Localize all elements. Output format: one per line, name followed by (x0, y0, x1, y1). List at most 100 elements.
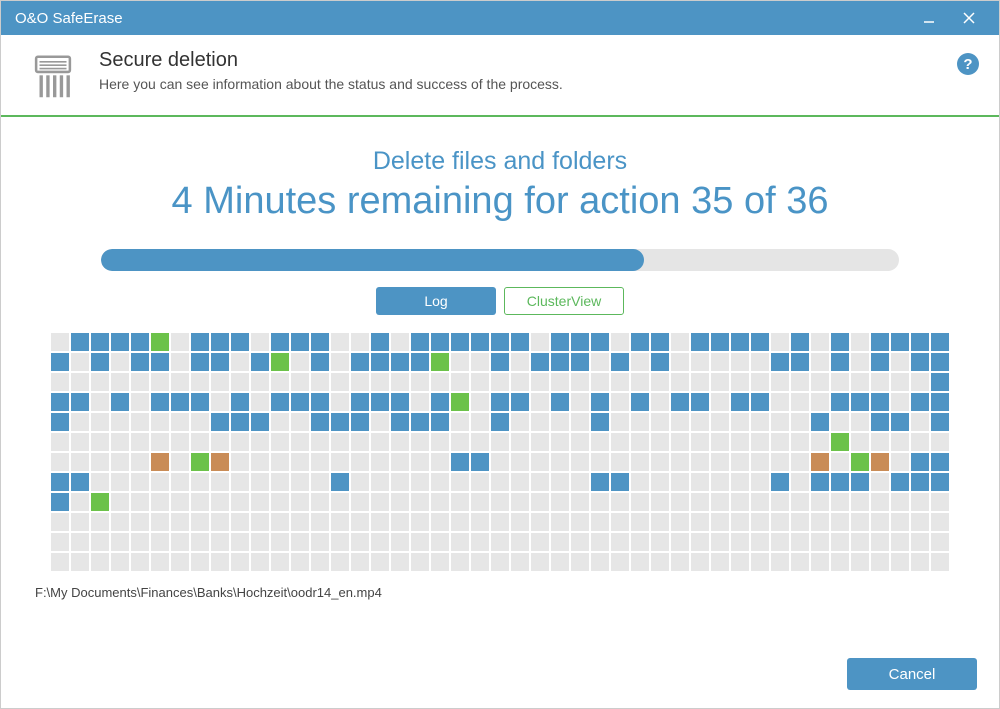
close-button[interactable] (949, 1, 989, 35)
cluster-cell (371, 393, 389, 411)
cluster-cell (331, 533, 349, 551)
cluster-cell (891, 413, 909, 431)
cluster-cell (911, 513, 929, 531)
cluster-cell (911, 453, 929, 471)
help-button[interactable]: ? (957, 53, 979, 75)
title-bar: O&O SafeErase (1, 1, 999, 35)
cluster-cell (751, 393, 769, 411)
cluster-cell (391, 493, 409, 511)
cluster-cell (211, 473, 229, 491)
cluster-cell (471, 453, 489, 471)
cluster-cell (171, 453, 189, 471)
cluster-cell (291, 333, 309, 351)
cluster-cell (411, 453, 429, 471)
cluster-cell (331, 513, 349, 531)
minimize-button[interactable] (909, 1, 949, 35)
cluster-cell (551, 473, 569, 491)
cluster-cell (351, 453, 369, 471)
cluster-cell (51, 433, 69, 451)
cluster-cell (491, 513, 509, 531)
cluster-cell (491, 413, 509, 431)
cluster-cell (491, 533, 509, 551)
cluster-cell (631, 433, 649, 451)
cluster-cell (251, 553, 269, 571)
cluster-cell (751, 513, 769, 531)
cluster-cell (491, 493, 509, 511)
cluster-cell (911, 333, 929, 351)
progress-fill (101, 249, 644, 271)
cluster-cell (731, 453, 749, 471)
cluster-cell (151, 373, 169, 391)
time-remaining-label: 4 Minutes remaining for action 35 of 36 (31, 180, 969, 223)
page-title: Secure deletion (99, 49, 957, 72)
current-file-path: F:\My Documents\Finances\Banks\Hochzeit\… (31, 585, 969, 600)
cluster-cell (451, 393, 469, 411)
cluster-cell (471, 413, 489, 431)
cluster-cell (871, 553, 889, 571)
cluster-cell (511, 533, 529, 551)
cluster-cell (611, 553, 629, 571)
cluster-cell (451, 333, 469, 351)
cluster-cell (411, 553, 429, 571)
cluster-cell (491, 433, 509, 451)
cluster-cell (311, 433, 329, 451)
cluster-cell (471, 393, 489, 411)
cluster-cell (271, 473, 289, 491)
cluster-cell (371, 353, 389, 371)
cluster-cell (491, 333, 509, 351)
cluster-view (31, 333, 969, 571)
cluster-cell (451, 473, 469, 491)
cluster-cell (531, 353, 549, 371)
cluster-cell (611, 373, 629, 391)
cluster-cell (931, 413, 949, 431)
cluster-cell (471, 553, 489, 571)
cluster-cell (691, 373, 709, 391)
cluster-cell (191, 453, 209, 471)
cluster-cell (191, 533, 209, 551)
cluster-cell (931, 353, 949, 371)
cluster-cell (851, 373, 869, 391)
cluster-cell (271, 453, 289, 471)
cluster-cell (791, 393, 809, 411)
cluster-cell (731, 513, 749, 531)
cluster-cell (671, 513, 689, 531)
cluster-cell (591, 553, 609, 571)
cluster-cell (931, 553, 949, 571)
tab-clusterview[interactable]: ClusterView (504, 287, 624, 315)
cluster-cell (611, 353, 629, 371)
cluster-cell (831, 413, 849, 431)
cluster-cell (771, 513, 789, 531)
tab-log[interactable]: Log (376, 287, 496, 315)
cluster-cell (851, 533, 869, 551)
cluster-cell (571, 333, 589, 351)
cluster-cell (671, 553, 689, 571)
cluster-cell (711, 333, 729, 351)
cluster-cell (391, 373, 409, 391)
cluster-cell (871, 373, 889, 391)
cluster-cell (351, 473, 369, 491)
cluster-cell (131, 453, 149, 471)
cluster-cell (451, 453, 469, 471)
cluster-cell (171, 533, 189, 551)
cluster-cell (491, 453, 509, 471)
cluster-cell (571, 433, 589, 451)
cluster-cell (111, 513, 129, 531)
view-tabs: Log ClusterView (31, 287, 969, 315)
cluster-cell (411, 353, 429, 371)
cancel-button[interactable]: Cancel (847, 658, 977, 690)
cluster-cell (291, 553, 309, 571)
cluster-cell (131, 373, 149, 391)
cluster-cell (931, 333, 949, 351)
cluster-cell (291, 433, 309, 451)
cluster-cell (731, 393, 749, 411)
cluster-cell (811, 393, 829, 411)
cluster-cell (131, 553, 149, 571)
cluster-cell (51, 513, 69, 531)
cluster-cell (691, 553, 709, 571)
cluster-cell (551, 333, 569, 351)
cluster-cell (211, 333, 229, 351)
cluster-cell (531, 533, 549, 551)
cluster-cell (791, 553, 809, 571)
cluster-cell (451, 373, 469, 391)
cluster-cell (71, 353, 89, 371)
